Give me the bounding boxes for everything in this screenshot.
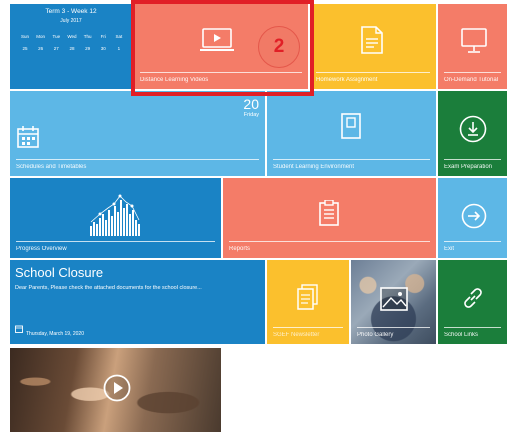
tile-label: On-Demand Tutorial xyxy=(444,77,499,83)
tile-separator xyxy=(357,327,430,328)
tile-school-links[interactable]: School Links xyxy=(438,260,507,344)
tile-separator xyxy=(444,159,501,160)
schedule-date-number: 20 xyxy=(243,96,259,112)
tile-separator xyxy=(16,159,259,160)
schedule-date: 20 Friday xyxy=(243,97,259,119)
download-icon xyxy=(459,115,487,148)
calendar-dates: 25 26 27 28 29 30 1 xyxy=(18,46,126,51)
tile-label: Exit xyxy=(444,246,455,252)
bar-chart-icon xyxy=(88,192,144,243)
newsletter-icon xyxy=(297,284,319,315)
tile-label: Schedules and Timetables xyxy=(16,164,87,170)
book-icon xyxy=(340,113,362,144)
tile-on-demand-tutorial[interactable]: On-Demand Tutorial xyxy=(438,4,507,89)
calendar-term: Term 3 - Week 12 xyxy=(45,8,97,15)
tile-reports[interactable]: Reports xyxy=(223,178,436,258)
calendar-date[interactable]: 27 xyxy=(49,46,63,51)
tile-news-school-closure[interactable]: School Closure Dear Parents, Please chec… xyxy=(10,260,265,344)
tile-separator xyxy=(316,72,430,73)
tile-label: Progress Overview xyxy=(16,246,67,252)
play-icon[interactable] xyxy=(103,374,131,407)
tile-exit[interactable]: Exit xyxy=(438,178,507,258)
calendar-date[interactable]: 26 xyxy=(34,46,48,51)
calendar-day-name: Mon xyxy=(36,34,46,39)
schedule-date-day: Friday xyxy=(243,112,259,118)
tile-separator xyxy=(229,241,430,242)
tile-separator xyxy=(273,159,430,160)
calendar-icon xyxy=(17,126,39,153)
tile-label: Exam Preparation xyxy=(444,164,493,170)
tile-separator xyxy=(444,72,501,73)
tile-photo-gallery[interactable]: Photo Gallery xyxy=(351,260,436,344)
tile-separator xyxy=(16,241,215,242)
news-date: Thursday, March 19, 2020 xyxy=(26,331,84,337)
tile-label: Homework Assignment xyxy=(316,77,378,83)
monitor-icon xyxy=(460,28,488,59)
tile-exam-preparation[interactable]: Exam Preparation xyxy=(438,91,507,176)
calendar-date[interactable]: 28 xyxy=(65,46,79,51)
calendar-date[interactable]: 29 xyxy=(81,46,95,51)
tile-featured-video[interactable] xyxy=(10,348,221,432)
picture-icon xyxy=(380,287,408,316)
calendar-icon xyxy=(15,320,23,338)
tile-sgef-newsletter[interactable]: SGEF Newsletter xyxy=(267,260,349,344)
news-title: School Closure xyxy=(15,265,104,280)
tile-student-learning-environment[interactable]: Student Learning Environment xyxy=(267,91,436,176)
calendar-date[interactable]: 25 xyxy=(18,46,32,51)
calendar-day-name: Sat xyxy=(115,34,123,39)
calendar-day-names: Sun Mon Tue Wed Thu Fri Sat xyxy=(18,34,126,39)
tile-label: Student Learning Environment xyxy=(273,164,355,170)
calendar-day-name: Fri xyxy=(100,34,106,39)
tile-schedules-and-timetables[interactable]: 20 Friday Schedules and Timetables xyxy=(10,91,265,176)
calendar-day-name: Sun xyxy=(20,34,29,39)
calendar-day-name: Thu xyxy=(83,34,92,39)
tile-separator xyxy=(444,241,501,242)
tile-label: School Links xyxy=(444,332,479,338)
calendar-day-name: Tue xyxy=(52,34,61,39)
tile-label: Photo Gallery xyxy=(357,332,394,338)
tile-homework-assignment[interactable]: Homework Assignment xyxy=(310,4,436,89)
clipboard-icon xyxy=(318,199,340,231)
calendar-month: July 2017 xyxy=(60,18,82,24)
tile-progress-overview[interactable]: Progress Overview xyxy=(10,178,221,258)
calendar-date[interactable]: 30 xyxy=(96,46,110,51)
link-icon xyxy=(461,286,485,315)
news-body: Dear Parents, Please check the attached … xyxy=(15,285,202,291)
tile-label: Reports xyxy=(229,246,251,252)
tile-separator xyxy=(444,327,501,328)
callout-badge: 2 xyxy=(258,26,300,68)
tile-separator xyxy=(273,327,343,328)
calendar-day-name: Wed xyxy=(67,34,77,39)
calendar-date[interactable]: 1 xyxy=(112,46,126,51)
tile-label: SGEF Newsletter xyxy=(273,332,320,338)
arrow-right-circle-icon xyxy=(461,203,487,234)
document-icon xyxy=(360,26,384,59)
calendar-tile[interactable]: Term 3 - Week 12 July 2017 Sun Mon Tue W… xyxy=(10,4,132,89)
